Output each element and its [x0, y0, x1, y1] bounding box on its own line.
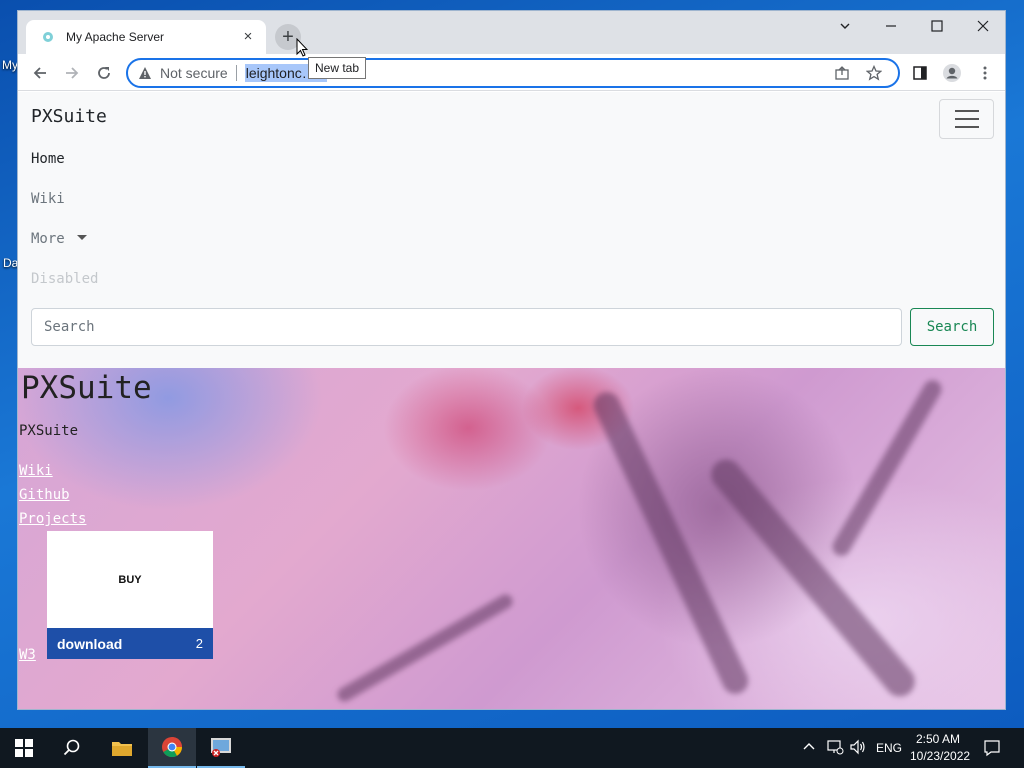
side-panel-icon[interactable] [906, 59, 934, 87]
favicon-icon [40, 29, 56, 45]
buy-label[interactable]: BUY [47, 531, 213, 628]
address-bar[interactable]: Not secure leightonc…iz [126, 58, 900, 88]
desktop-icon-label[interactable]: My [2, 58, 18, 72]
taskbar: ENG 2:50 AM 10/23/2022 [0, 728, 1024, 768]
background-branch [334, 591, 516, 705]
background-branch [829, 376, 945, 560]
hero-link-wiki[interactable]: Wiki [19, 463, 53, 479]
web-page: PXSuite Home Wiki More Disabled Search S… [18, 92, 1005, 709]
nav-dropdown-more[interactable]: More [31, 231, 87, 247]
minimize-icon[interactable] [868, 11, 914, 41]
network-icon[interactable] [826, 739, 844, 760]
network-app-icon [211, 738, 231, 757]
tab-strip: My Apache Server × + [18, 11, 1005, 54]
file-explorer-button[interactable] [98, 728, 146, 768]
back-icon[interactable] [26, 59, 54, 87]
hero-title: PXSuite [21, 370, 152, 406]
close-window-icon[interactable] [960, 11, 1005, 41]
browser-toolbar: Not secure leightonc…iz [18, 54, 1005, 91]
security-indicator[interactable]: Not secure [138, 65, 237, 81]
hero-section: PXSuite PXSuite Wiki Github Projects W3 … [18, 368, 1005, 709]
browser-window: My Apache Server × + New tab Not secure … [17, 10, 1006, 710]
hamburger-icon [954, 110, 979, 112]
new-tab-tooltip: New tab [308, 57, 367, 79]
hero-link-github[interactable]: Github [19, 487, 70, 503]
navbar-toggler-button[interactable] [939, 99, 994, 139]
start-button[interactable] [0, 728, 48, 768]
clock-time[interactable]: 2:50 AM [916, 732, 960, 746]
windows-logo-icon [15, 739, 33, 757]
tab-search-icon[interactable] [822, 11, 868, 41]
hero-subtitle: PXSuite [19, 423, 79, 439]
maximize-icon[interactable] [914, 11, 960, 41]
hero-link-projects[interactable]: Projects [19, 511, 86, 527]
mouse-cursor-icon [296, 37, 309, 63]
chrome-icon [162, 737, 183, 758]
nav-link-more-label: More [31, 231, 65, 247]
hero-link-w3[interactable]: W3 [19, 647, 36, 663]
nav-link-disabled: Disabled [31, 271, 99, 287]
notifications-icon[interactable] [983, 739, 1001, 762]
language-indicator[interactable]: ENG [876, 741, 902, 755]
search-icon [63, 739, 80, 756]
close-tab-icon[interactable]: × [240, 29, 256, 45]
download-count: 2 [195, 636, 203, 651]
volume-icon[interactable] [849, 739, 867, 760]
forward-icon[interactable] [58, 59, 86, 87]
warning-icon [139, 67, 151, 79]
browser-tab[interactable]: My Apache Server × [26, 20, 266, 54]
reload-icon[interactable] [90, 59, 118, 87]
nav-link-home[interactable]: Home [31, 151, 65, 167]
download-bar[interactable]: download 2 [47, 628, 213, 659]
nav-link-wiki[interactable]: Wiki [31, 191, 65, 207]
bookmark-star-icon[interactable] [865, 64, 883, 86]
chevron-up-icon[interactable] [802, 740, 816, 759]
menu-kebab-icon[interactable] [971, 59, 999, 87]
clock-date[interactable]: 10/23/2022 [910, 749, 970, 763]
search-button[interactable]: Search [910, 308, 994, 346]
folder-icon [112, 742, 132, 756]
caret-down-icon [76, 235, 87, 240]
app-taskbar-button[interactable] [197, 728, 245, 768]
search-taskbar-button[interactable] [48, 728, 96, 768]
navbar-brand[interactable]: PXSuite [31, 106, 107, 127]
share-icon[interactable] [834, 65, 850, 86]
background-branch [589, 387, 753, 699]
site-navbar: PXSuite Home Wiki More Disabled Search S… [18, 92, 1005, 368]
search-input[interactable]: Search [31, 308, 902, 346]
download-label: download [57, 635, 123, 652]
profile-avatar-icon[interactable] [938, 59, 966, 87]
tab-title: My Apache Server [66, 30, 165, 44]
not-secure-label: Not secure [160, 65, 228, 81]
download-card[interactable]: BUY download 2 [47, 531, 213, 659]
chrome-taskbar-button[interactable] [148, 728, 196, 768]
